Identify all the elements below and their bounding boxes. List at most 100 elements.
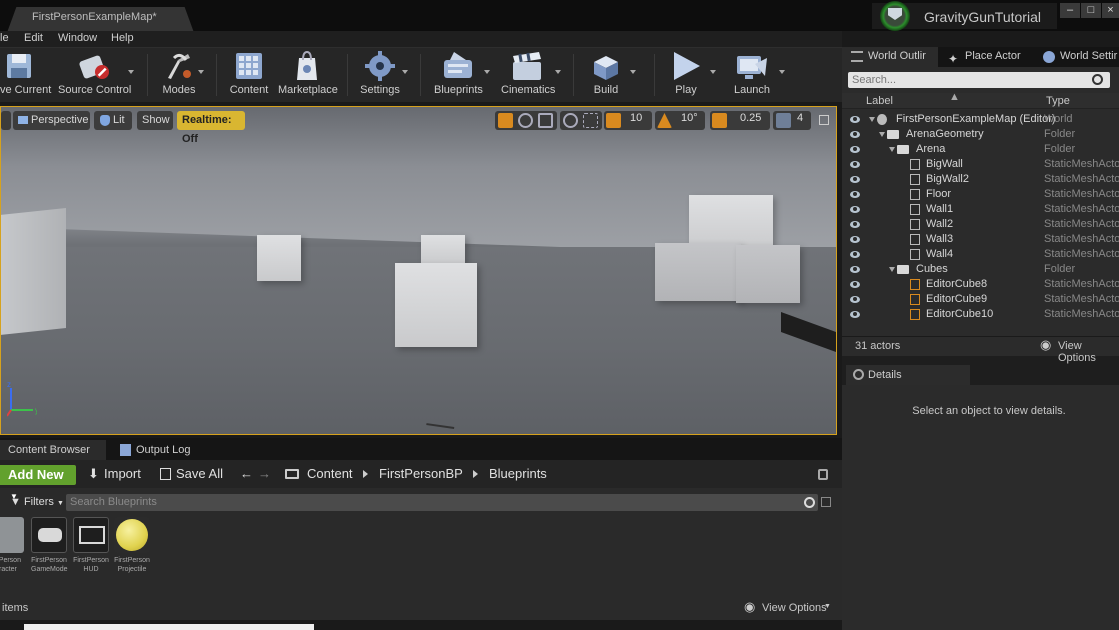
asset-tile[interactable]: FirstPerson Projectile bbox=[114, 517, 150, 574]
outliner-row[interactable]: Floor StaticMeshActo bbox=[842, 187, 1119, 202]
source-control-button[interactable]: Source Control bbox=[58, 50, 134, 100]
settings-button[interactable]: Settings bbox=[360, 50, 408, 100]
close-button[interactable]: × bbox=[1102, 3, 1119, 18]
outliner-row[interactable]: FirstPersonExampleMap (Editor) World bbox=[842, 112, 1119, 127]
modes-button[interactable]: Modes bbox=[160, 50, 204, 100]
world-icon[interactable] bbox=[563, 113, 578, 128]
breadcrumb-blueprints[interactable]: Blueprints bbox=[489, 466, 547, 482]
breadcrumb-separator-icon[interactable] bbox=[363, 470, 368, 478]
add-new-button[interactable]: Add New ▼ bbox=[0, 465, 76, 501]
build-button[interactable]: Build bbox=[590, 50, 636, 100]
save-search-icon[interactable] bbox=[821, 497, 831, 507]
lit-button[interactable]: Lit bbox=[94, 111, 132, 130]
rotate-icon[interactable] bbox=[518, 113, 533, 128]
visibility-eye-icon[interactable] bbox=[850, 116, 860, 123]
outliner-row[interactable]: Arena Folder bbox=[842, 142, 1119, 157]
save-all-button[interactable]: Save All bbox=[160, 466, 223, 482]
blueprints-button[interactable]: Blueprints bbox=[434, 50, 490, 100]
projectile-blueprint-thumbnail bbox=[114, 517, 150, 553]
filter-row: ▼ Filters ▼ Search Blueprints bbox=[0, 494, 842, 512]
outliner-row[interactable]: EditorCube9 StaticMeshActo bbox=[842, 292, 1119, 307]
outliner-row[interactable]: EditorCube10 StaticMeshActo bbox=[842, 307, 1119, 322]
play-button[interactable]: Play bbox=[668, 50, 716, 100]
translate-icon[interactable] bbox=[498, 113, 513, 128]
visibility-eye-icon[interactable] bbox=[850, 296, 860, 303]
maximize-button[interactable]: □ bbox=[1081, 3, 1101, 18]
marketplace-button[interactable]: Marketplace bbox=[278, 50, 338, 100]
visibility-eye-icon[interactable] bbox=[850, 191, 860, 198]
label-column-header[interactable]: Label bbox=[866, 95, 893, 107]
outliner-row[interactable]: BigWall2 StaticMeshActo bbox=[842, 172, 1119, 187]
asset-tile[interactable]: FirstPerson GameMode bbox=[31, 517, 68, 574]
tab-world-outliner[interactable]: World Outlir bbox=[842, 47, 938, 67]
visibility-eye-icon[interactable] bbox=[850, 161, 860, 168]
tab-output-log[interactable]: Output Log bbox=[110, 440, 228, 460]
editor-cube[interactable] bbox=[736, 245, 800, 303]
breadcrumb-firstpersonbp[interactable]: FirstPersonBP bbox=[379, 466, 463, 482]
editor-cube[interactable] bbox=[395, 263, 477, 347]
filters-button[interactable]: ▼ Filters ▼ bbox=[10, 496, 64, 508]
menu-help[interactable]: Help bbox=[111, 31, 134, 45]
asset-tile[interactable]: FirstPerson HUD bbox=[73, 517, 109, 574]
launch-button[interactable]: Launch bbox=[733, 50, 785, 100]
visibility-eye-icon[interactable] bbox=[850, 206, 860, 213]
outliner-row[interactable]: Cubes Folder bbox=[842, 262, 1119, 277]
grid-snap-value: 10 bbox=[630, 112, 643, 124]
visibility-eye-icon[interactable] bbox=[850, 131, 860, 138]
cinematics-button[interactable]: Cinematics bbox=[501, 50, 561, 100]
outliner-row[interactable]: ArenaGeometry Folder bbox=[842, 127, 1119, 142]
scale-snap[interactable]: 0.25 bbox=[710, 111, 770, 130]
outliner-row[interactable]: Wall4 StaticMeshActo bbox=[842, 247, 1119, 262]
type-column-header[interactable]: Type bbox=[1046, 95, 1070, 107]
breadcrumb-separator-icon[interactable] bbox=[473, 470, 478, 478]
outliner-view-options[interactable]: View Options bbox=[1058, 340, 1119, 364]
visibility-eye-icon[interactable] bbox=[850, 281, 860, 288]
surface-snap-icon[interactable] bbox=[583, 113, 598, 128]
lock-icon[interactable] bbox=[818, 469, 828, 480]
visibility-eye-icon[interactable] bbox=[850, 236, 860, 243]
content-button[interactable]: Content bbox=[228, 50, 270, 100]
outliner-row[interactable]: Wall1 StaticMeshActo bbox=[842, 202, 1119, 217]
visibility-eye-icon[interactable] bbox=[850, 221, 860, 228]
editor-cube[interactable] bbox=[655, 243, 741, 301]
menu-edit[interactable]: Edit bbox=[24, 31, 43, 45]
visibility-eye-icon[interactable] bbox=[850, 146, 860, 153]
tab-place-actor[interactable]: ✦ Place Actor bbox=[945, 47, 1035, 67]
menu-file[interactable]: le bbox=[0, 31, 9, 45]
back-arrow-icon[interactable]: ← bbox=[240, 466, 253, 482]
content-search-input[interactable]: Search Blueprints bbox=[66, 494, 818, 511]
level-viewport[interactable]: Perspective Lit Show Realtime: Off 10 10… bbox=[0, 106, 837, 435]
asset-tile[interactable]: rstPerson aracter bbox=[0, 517, 24, 574]
realtime-toggle[interactable]: Realtime: Off bbox=[177, 111, 245, 145]
breadcrumb-content[interactable]: Content bbox=[307, 466, 353, 482]
rotation-snap[interactable]: 10° bbox=[655, 111, 705, 130]
perspective-button[interactable]: Perspective bbox=[13, 111, 90, 130]
show-button[interactable]: Show bbox=[137, 111, 173, 130]
content-view-options[interactable]: View Options bbox=[762, 602, 827, 614]
maximize-viewport-icon[interactable] bbox=[819, 115, 829, 125]
menu-window[interactable]: Window bbox=[58, 31, 97, 45]
outliner-row[interactable]: BigWall StaticMeshActo bbox=[842, 157, 1119, 172]
editor-cube[interactable] bbox=[257, 235, 301, 281]
outliner-row[interactable]: EditorCube8 StaticMeshActo bbox=[842, 277, 1119, 292]
minimize-button[interactable]: – bbox=[1060, 3, 1080, 18]
tab-world-settings[interactable]: World Settir bbox=[1042, 47, 1119, 67]
visibility-eye-icon[interactable] bbox=[850, 176, 860, 183]
editor-cube[interactable] bbox=[421, 235, 465, 265]
viewport-options-button[interactable] bbox=[1, 111, 11, 130]
outliner-row[interactable]: Wall3 StaticMeshActo bbox=[842, 232, 1119, 247]
visibility-eye-icon[interactable] bbox=[850, 251, 860, 258]
tab-content-browser[interactable]: Content Browser bbox=[0, 440, 106, 460]
outliner-row[interactable]: Wall2 StaticMeshActo bbox=[842, 217, 1119, 232]
visibility-eye-icon[interactable] bbox=[850, 311, 860, 318]
camera-speed[interactable]: 4 bbox=[773, 111, 811, 130]
document-tab[interactable]: FirstPersonExampleMap* bbox=[18, 7, 183, 31]
scale-icon[interactable] bbox=[538, 113, 553, 128]
visibility-eye-icon[interactable] bbox=[850, 266, 860, 273]
tab-details[interactable]: Details bbox=[846, 365, 970, 385]
outliner-search-input[interactable]: Search... bbox=[848, 72, 1110, 88]
save-current-button[interactable]: ve Current bbox=[0, 50, 51, 100]
forward-arrow-icon[interactable]: → bbox=[258, 466, 271, 482]
grid-snap[interactable]: 10 bbox=[604, 111, 652, 130]
import-button[interactable]: ⬇ Import bbox=[88, 466, 141, 482]
